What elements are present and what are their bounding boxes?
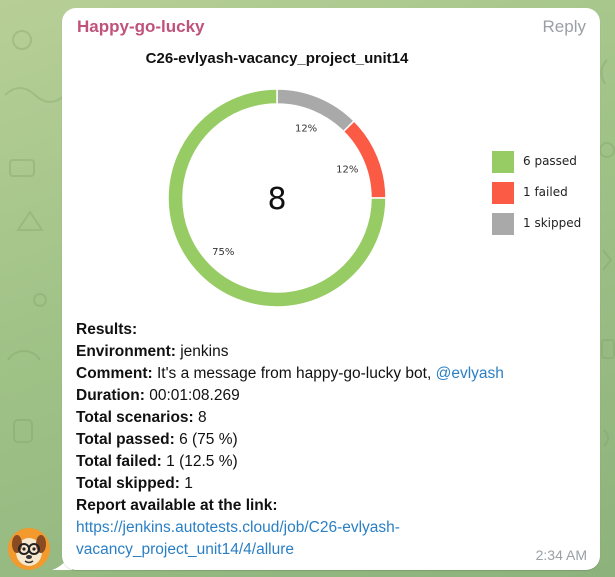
- duration-label: Duration:: [76, 387, 145, 404]
- scenarios-label: Total scenarios:: [76, 409, 194, 426]
- legend-item: 1 skipped: [492, 213, 602, 235]
- report-label: Report available at the link:: [76, 497, 278, 514]
- reply-button[interactable]: Reply: [543, 17, 586, 37]
- duration-value: 00:01:08.269: [149, 387, 240, 404]
- mention-link[interactable]: @evlyash: [436, 365, 504, 382]
- environment-value: jenkins: [180, 343, 229, 360]
- sender-avatar[interactable]: [8, 528, 50, 570]
- sender-name[interactable]: Happy-go-lucky: [77, 17, 205, 37]
- report-url-line1[interactable]: https://jenkins.autotests.cloud/job/C26-…: [76, 517, 586, 539]
- legend-swatch: [492, 182, 514, 204]
- environment-label: Environment:: [76, 343, 176, 360]
- chart-title: C26-evlyash-vacancy_project_unit14: [145, 50, 409, 67]
- slice-label-passed: 75%: [212, 247, 234, 258]
- passed-label: Total passed:: [76, 431, 175, 448]
- comment-value: It's a message from happy-go-lucky bot,: [156, 365, 432, 382]
- message-text: Results: Environment: jenkins Comment: I…: [76, 319, 586, 561]
- dog-avatar-icon: [12, 535, 46, 566]
- failed-label: Total failed:: [76, 453, 162, 470]
- message-bubble[interactable]: Happy-go-lucky Reply C26-evlyash-vacancy…: [62, 8, 600, 570]
- legend-label: 1 skipped: [523, 216, 582, 230]
- slice-label-skipped: 12%: [295, 123, 317, 134]
- legend-item: 6 passed: [492, 151, 602, 173]
- passed-value: 6 (75 %): [179, 431, 238, 448]
- results-label: Results:: [76, 321, 138, 338]
- comment-label: Comment:: [76, 365, 153, 382]
- message-timestamp: 2:34 AM: [535, 547, 587, 563]
- failed-value: 1 (12.5 %): [166, 453, 238, 470]
- legend-label: 1 failed: [523, 185, 568, 199]
- skipped-value: 1: [184, 475, 193, 492]
- legend-swatch: [492, 213, 514, 235]
- slice-label-failed: 12%: [336, 164, 358, 175]
- skipped-label: Total skipped:: [76, 475, 180, 492]
- center-total: 8: [267, 182, 286, 217]
- report-link[interactable]: https://jenkins.autotests.cloud/job/C26-…: [76, 517, 586, 561]
- legend-item: 1 failed: [492, 182, 602, 204]
- scenarios-value: 8: [198, 409, 207, 426]
- slice-failed: [342, 119, 387, 199]
- report-url-line2[interactable]: vacancy_project_unit14/4/allure: [76, 539, 586, 561]
- donut-chart: 12% 12% 75% 8: [167, 88, 387, 308]
- legend-label: 6 passed: [523, 154, 577, 168]
- legend-swatch: [492, 151, 514, 173]
